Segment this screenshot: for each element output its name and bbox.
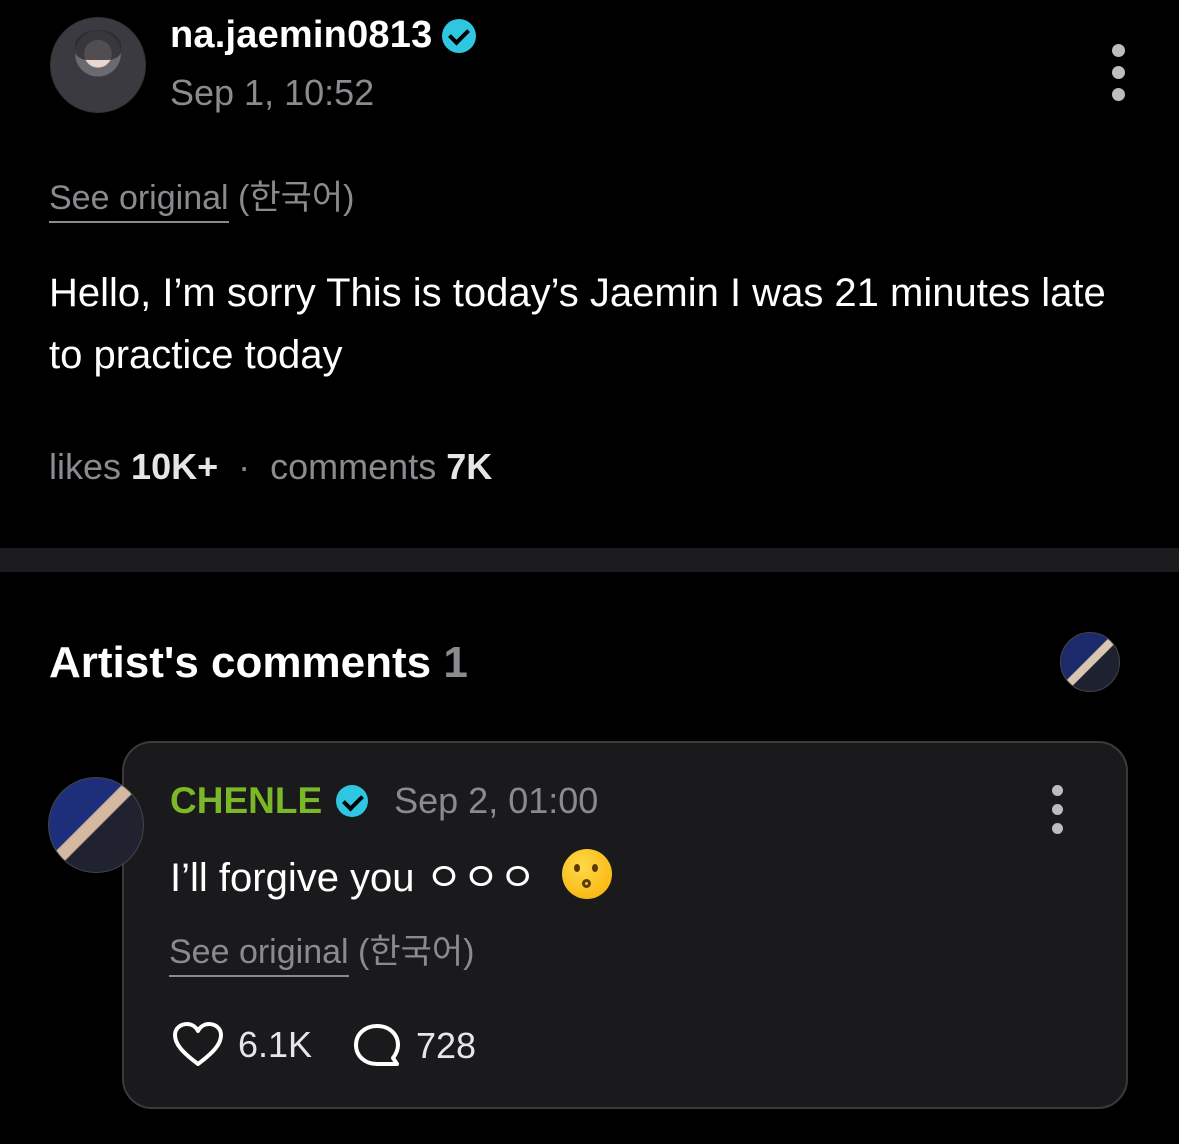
commenter-name[interactable]: CHENLE [170,780,322,822]
comment-more-options-icon[interactable] [1052,785,1066,834]
comment-reply-button[interactable]: 728 [352,1022,476,1070]
comment-replies-count: 728 [416,1025,477,1066]
comment-see-original-link[interactable]: See original [169,933,349,977]
stats-separator: · [238,446,251,487]
comment-see-original-row: See original (한국어) [169,924,475,977]
verified-badge-icon [442,18,477,53]
original-language: (한국어) [238,179,355,217]
see-original-row: See original (한국어) [49,170,355,223]
post-body: Hello, I’m sorry This is today’s Jaemin … [49,271,1106,377]
kissing-face-icon [562,849,613,899]
comment-like-button[interactable]: 6.1K [172,1022,312,1068]
artist-comments-title: Artist's comments [49,638,432,687]
likes-count[interactable]: 10K+ [131,446,218,487]
see-original-link[interactable]: See original [49,179,229,223]
more-options-icon[interactable] [1112,44,1126,101]
speech-bubble-icon [354,1024,400,1066]
artist-comments-header: Artist's comments 1 [49,638,468,688]
comments-count[interactable]: 7K [446,446,492,487]
section-divider [0,548,1179,572]
likes-label: likes [49,446,122,487]
commenter-avatar[interactable] [48,777,144,873]
post-timestamp: Sep 1, 10:52 [170,72,375,113]
post-stats: likes 10K+ · comments 7K [49,446,492,488]
comment-body: I’ll forgive you ㅇㅇㅇ [170,845,613,903]
comment-header: CHENLE Sep 2, 01:00 [170,780,598,822]
artist-avatar-small[interactable] [1060,632,1120,692]
heart-icon [173,1022,223,1066]
comment-likes-count: 6.1K [238,1024,313,1065]
comment-original-language: (한국어) [358,933,475,971]
author-username[interactable]: na.jaemin0813 [170,14,432,57]
comment-text: I’ll forgive you ㅇㅇㅇ [170,856,537,900]
comments-label: comments [270,446,437,487]
author-row: na.jaemin0813 [170,14,477,57]
comment-timestamp: Sep 2, 01:00 [394,780,599,821]
commenter-verified-icon [336,785,369,817]
author-avatar[interactable] [50,17,146,113]
artist-comments-count: 1 [443,638,468,687]
